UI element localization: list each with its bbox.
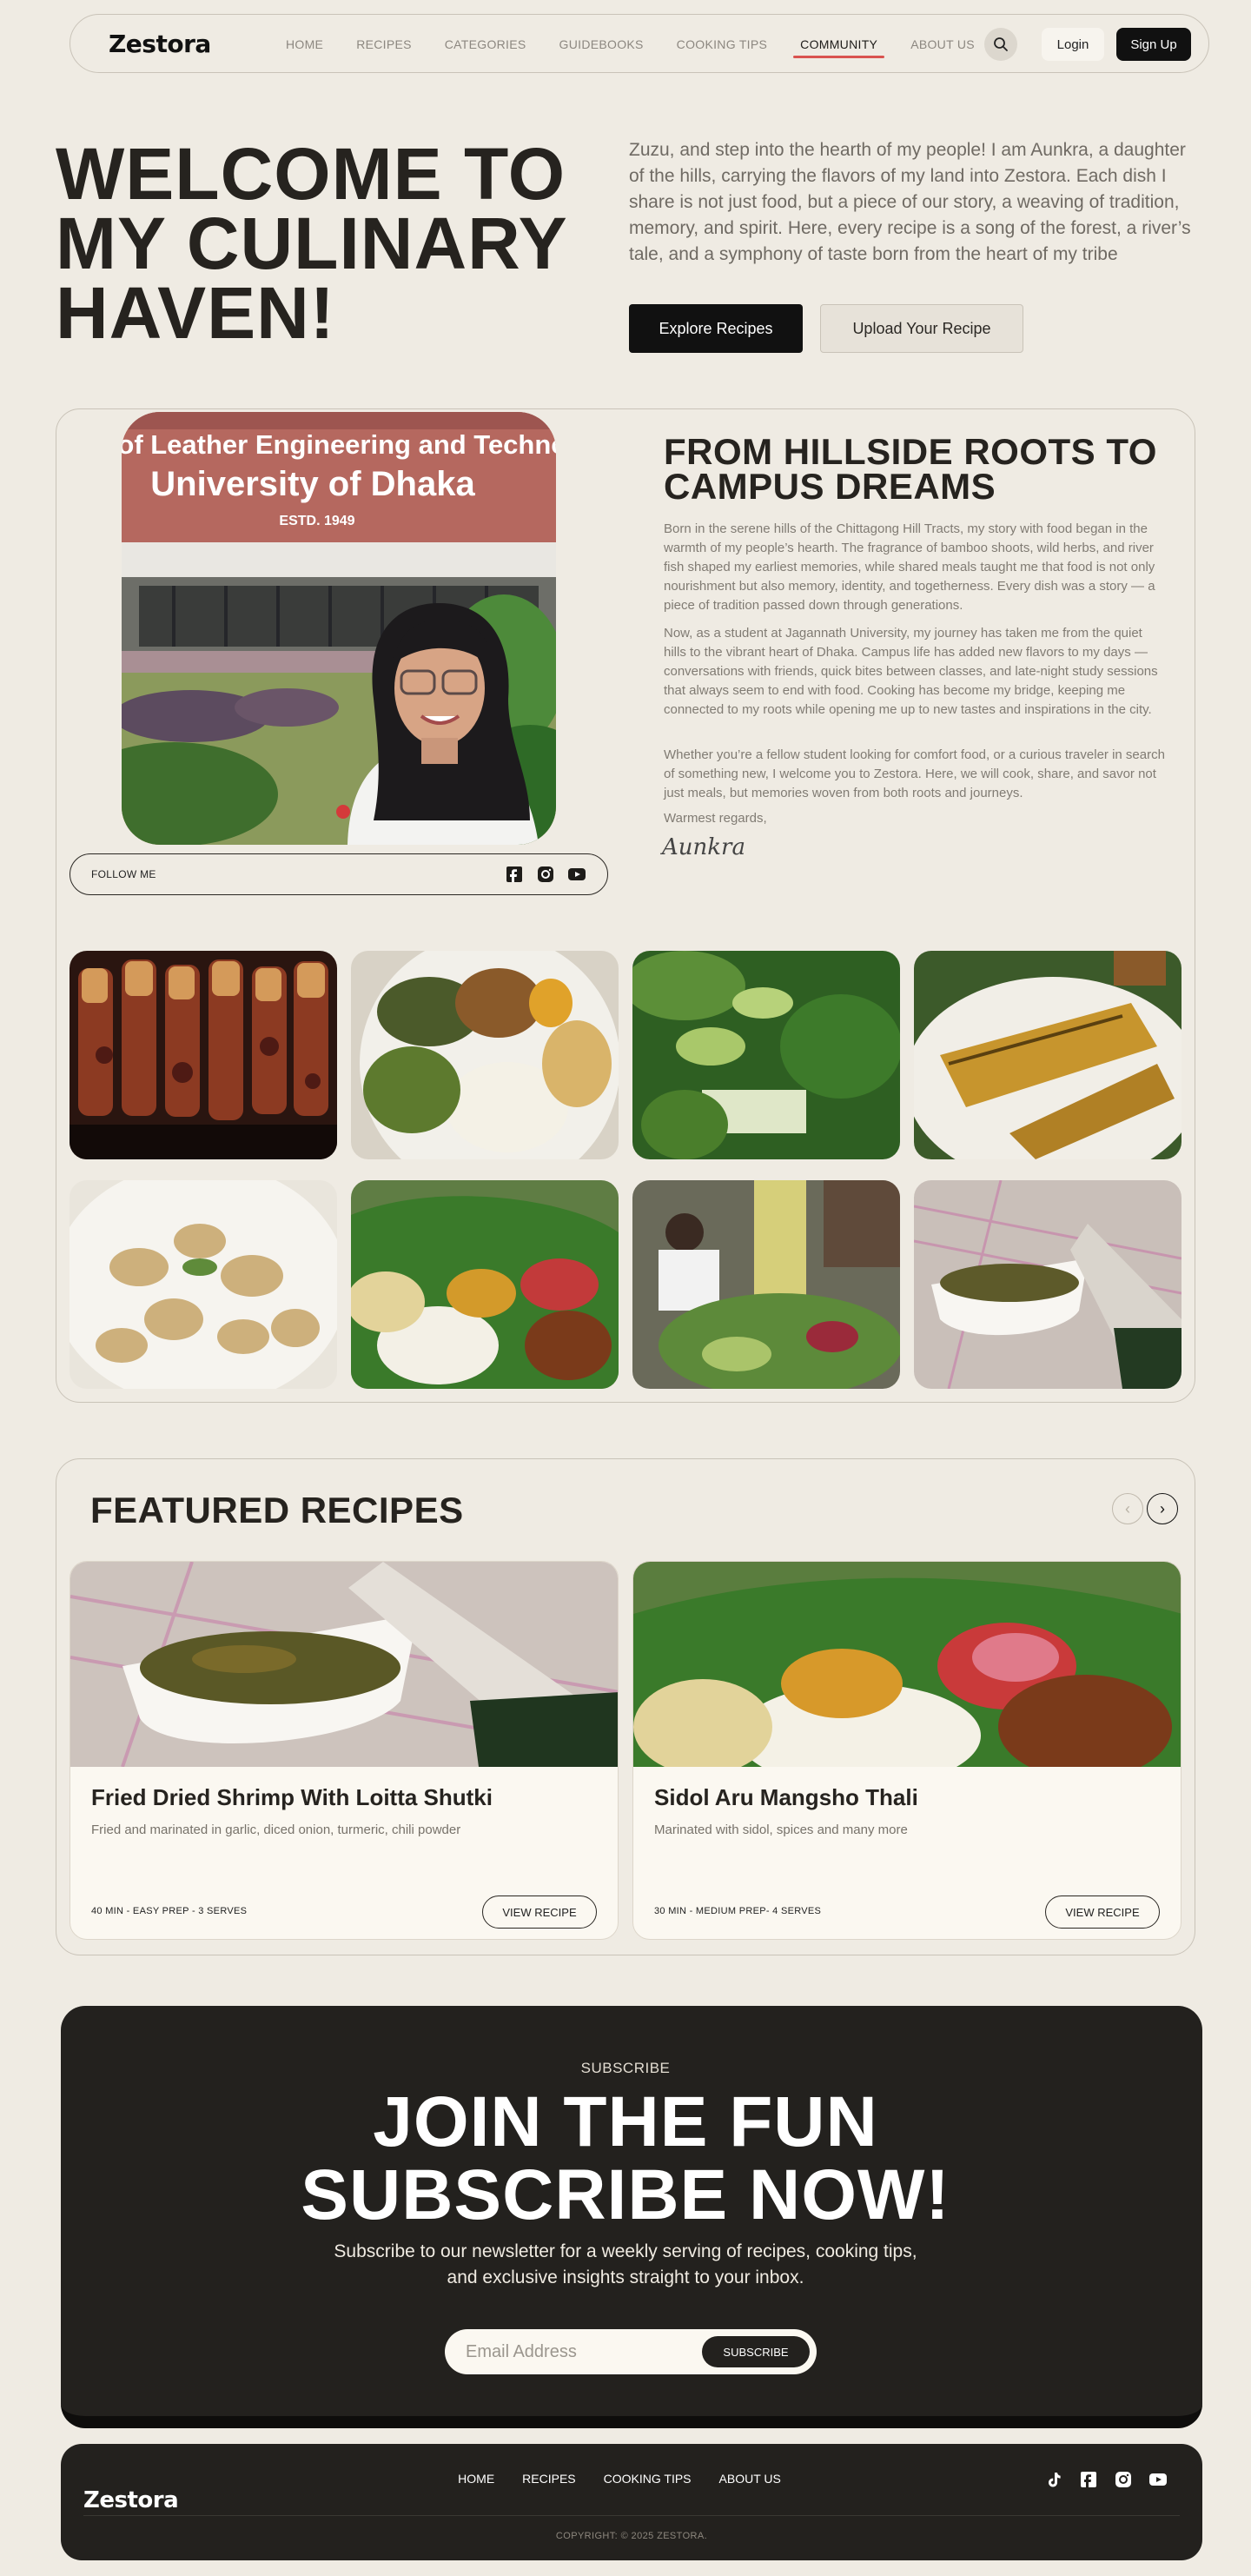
nav-link-about-us[interactable]: ABOUT US bbox=[910, 37, 975, 51]
about-heading: FROM HILLSIDE ROOTS TO CAMPUS DREAMS bbox=[664, 431, 1157, 507]
hero-intro-text: Zuzu, and step into the hearth of my peo… bbox=[629, 140, 1191, 264]
chevron-left-icon: ‹ bbox=[1125, 1499, 1130, 1517]
hero-title: WELCOME TO MY CULINARY HAVEN! bbox=[56, 133, 567, 354]
youtube-icon[interactable] bbox=[1148, 2470, 1168, 2489]
top-navigation: Zestora HOME RECIPES CATEGORIES GUIDEBOO… bbox=[70, 14, 1209, 73]
youtube-icon[interactable] bbox=[567, 865, 586, 884]
nav-links: HOME RECIPES CATEGORIES GUIDEBOOKS COOKI… bbox=[286, 15, 1008, 74]
subscribe-title: JOIN THE FUN SUBSCRIBE NOW! bbox=[0, 2086, 1251, 2232]
facebook-icon[interactable] bbox=[1079, 2470, 1098, 2489]
nav-link-cooking-tips[interactable]: COOKING TIPS bbox=[677, 37, 767, 51]
follow-me-label: FOLLOW ME bbox=[91, 868, 156, 880]
recipe-meta: 40 MIN - EASY PREP - 3 SERVES bbox=[91, 1906, 248, 1916]
food-gallery bbox=[70, 951, 1182, 1389]
subscribe-title-line-2: SUBSCRIBE NOW! bbox=[301, 2155, 950, 2234]
gallery-photo-bamboo-rolls bbox=[914, 951, 1182, 1159]
about-paragraph-1: Born in the serene hills of the Chittago… bbox=[664, 521, 1155, 613]
nav-link-recipes[interactable]: RECIPES bbox=[356, 37, 412, 51]
footer-link-cooking-tips[interactable]: COOKING TIPS bbox=[604, 2472, 692, 2486]
recipe-description: Fried and marinated in garlic, diced oni… bbox=[91, 1822, 461, 1837]
featured-recipes-heading: FEATURED RECIPES bbox=[90, 1490, 464, 1530]
search-icon bbox=[994, 37, 1008, 51]
nav-link-home[interactable]: HOME bbox=[286, 37, 323, 51]
recipe-title: Fried Dried Shrimp With Loitta Shutki bbox=[91, 1784, 493, 1810]
facebook-icon[interactable] bbox=[505, 865, 524, 884]
footer-link-about-us[interactable]: ABOUT US bbox=[719, 2472, 781, 2486]
sign-year: ESTD. 1949 bbox=[279, 514, 354, 528]
footer-link-home[interactable]: HOME bbox=[458, 2472, 494, 2486]
gallery-photo-shrimp-bowl bbox=[914, 1180, 1182, 1389]
footer-logo[interactable]: Zestora bbox=[83, 2487, 179, 2513]
recipe-meta: 30 MIN - MEDIUM PREP- 4 SERVES bbox=[654, 1906, 822, 1916]
footer-social-links bbox=[1044, 2470, 1168, 2489]
recipe-card[interactable]: Fried Dried Shrimp With Loitta Shutki Fr… bbox=[70, 1561, 619, 1940]
subscribe-button[interactable]: SUBSCRIBE bbox=[702, 2336, 810, 2367]
login-button[interactable]: Login bbox=[1042, 28, 1104, 61]
subscribe-title-line-1: JOIN THE FUN bbox=[373, 2082, 878, 2161]
subscribe-description: Subscribe to our newsletter for a weekly… bbox=[334, 2241, 917, 2287]
view-recipe-button[interactable]: VIEW RECIPE bbox=[482, 1895, 597, 1929]
carousel-next-button[interactable]: › bbox=[1147, 1493, 1178, 1524]
instagram-icon[interactable] bbox=[1114, 2470, 1133, 2489]
signature: Aunkra bbox=[662, 834, 745, 860]
upload-recipe-button[interactable]: Upload Your Recipe bbox=[820, 304, 1023, 353]
view-recipe-button[interactable]: VIEW RECIPE bbox=[1045, 1895, 1160, 1929]
footer: Zestora HOME RECIPES COOKING TIPS ABOUT … bbox=[61, 2444, 1202, 2560]
email-input[interactable] bbox=[466, 2329, 700, 2374]
tiktok-icon[interactable] bbox=[1044, 2470, 1063, 2489]
chevron-right-icon: › bbox=[1160, 1499, 1165, 1517]
about-paragraph-2: Now, as a student at Jagannath Universit… bbox=[664, 626, 1158, 717]
footer-links: HOME RECIPES COOKING TIPS ABOUT US bbox=[61, 2472, 1202, 2486]
portrait-photo: ute of Leather Engineering and Technolog… bbox=[122, 412, 556, 845]
carousel-prev-button[interactable]: ‹ bbox=[1112, 1493, 1143, 1524]
follow-me-bar: FOLLOW ME bbox=[70, 853, 608, 895]
gallery-photo-leaf-platter bbox=[351, 1180, 619, 1389]
gallery-photo-fresh-greens bbox=[632, 951, 900, 1159]
gallery-photo-grilled-skewers bbox=[70, 951, 337, 1159]
subscribe-form: SUBSCRIBE bbox=[445, 2329, 817, 2374]
recipe-image bbox=[633, 1562, 1181, 1788]
gallery-photo-bamboo-shoot-curry bbox=[70, 1180, 337, 1389]
logo[interactable]: Zestora bbox=[109, 30, 211, 58]
nav-link-categories[interactable]: CATEGORIES bbox=[445, 37, 526, 51]
nav-link-guidebooks[interactable]: GUIDEBOOKS bbox=[559, 37, 644, 51]
signup-button[interactable]: Sign Up bbox=[1116, 28, 1191, 61]
recipe-description: Marinated with sidol, spices and many mo… bbox=[654, 1822, 908, 1837]
footer-divider bbox=[83, 2515, 1180, 2516]
about-paragraph-3: Whether you’re a fellow student looking … bbox=[664, 747, 1165, 800]
subscribe-kicker: SUBSCRIBE bbox=[580, 2060, 671, 2076]
gallery-photo-thali-plate bbox=[351, 951, 619, 1159]
recipe-card[interactable]: Sidol Aru Mangsho Thali Marinated with s… bbox=[632, 1561, 1182, 1940]
nav-link-community[interactable]: COMMUNITY bbox=[793, 37, 885, 58]
explore-recipes-button[interactable]: Explore Recipes bbox=[629, 304, 803, 353]
social-links bbox=[505, 865, 586, 884]
about-closing: Warmest regards, bbox=[664, 811, 767, 826]
copyright-text: COPYRIGHT: © 2025 ZESTORA. bbox=[555, 2531, 708, 2541]
gallery-photo-village-market bbox=[632, 1180, 900, 1389]
sign-university: University of Dhaka bbox=[150, 465, 475, 503]
recipe-image bbox=[70, 1562, 618, 1768]
recipe-title: Sidol Aru Mangsho Thali bbox=[654, 1784, 918, 1810]
instagram-icon[interactable] bbox=[536, 865, 555, 884]
search-button[interactable] bbox=[984, 28, 1017, 61]
sign-text: ute of Leather Engineering and Technolog bbox=[122, 429, 556, 460]
footer-link-recipes[interactable]: RECIPES bbox=[522, 2472, 575, 2486]
